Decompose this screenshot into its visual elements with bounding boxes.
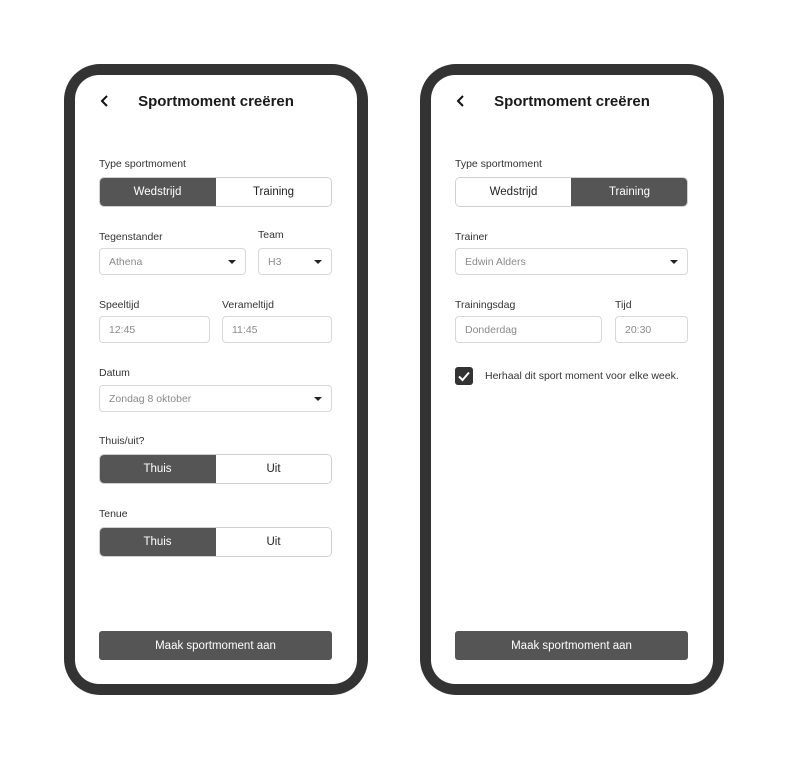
trainingsdag-label: Trainingsdag xyxy=(455,299,516,311)
caret-down-icon xyxy=(670,260,678,264)
tenue-option-thuis[interactable]: Thuis xyxy=(100,528,215,556)
verameltijd-input[interactable]: 11:45 xyxy=(222,316,332,343)
datum-label: Datum xyxy=(99,367,130,379)
type-sportmoment-label: Type sportmoment xyxy=(455,158,542,170)
type-sportmoment-toggle: Wedstrijd Training xyxy=(455,177,688,207)
speeltijd-label: Speeltijd xyxy=(99,299,140,311)
thuisuit-option-thuis[interactable]: Thuis xyxy=(100,455,215,483)
trainer-label: Trainer xyxy=(455,231,488,243)
caret-down-icon xyxy=(228,260,236,264)
trainingsdag-value: Donderdag xyxy=(465,323,517,336)
caret-down-icon xyxy=(314,260,322,264)
tegenstander-label: Tegenstander xyxy=(99,231,163,243)
type-option-training[interactable]: Training xyxy=(571,178,687,206)
page-title: Sportmoment creëren xyxy=(494,93,650,110)
team-label: Team xyxy=(258,229,284,241)
tenue-label: Tenue xyxy=(99,508,128,520)
trainer-select[interactable]: Edwin Alders xyxy=(455,248,688,275)
tijd-input[interactable]: 20:30 xyxy=(615,316,688,343)
type-option-training[interactable]: Training xyxy=(215,178,331,206)
tenue-toggle: Thuis Uit xyxy=(99,527,332,557)
repeat-weekly-label: Herhaal dit sport moment voor elke week. xyxy=(485,370,679,382)
tenue-option-uit[interactable]: Uit xyxy=(215,528,331,556)
phone-frame-wedstrijd: Sportmoment creëren Type sportmoment Wed… xyxy=(64,64,368,695)
trainingsdag-input[interactable]: Donderdag xyxy=(455,316,602,343)
team-select[interactable]: H3 xyxy=(258,248,332,275)
thuisuit-label: Thuis/uit? xyxy=(99,435,145,447)
checkmark-icon xyxy=(458,371,470,382)
screen-wedstrijd: Sportmoment creëren Type sportmoment Wed… xyxy=(75,75,357,684)
team-value: H3 xyxy=(268,255,282,268)
datum-value: Zondag 8 oktober xyxy=(109,392,192,405)
tijd-value: 20:30 xyxy=(625,323,652,336)
speeltijd-value: 12:45 xyxy=(109,323,136,336)
tijd-label: Tijd xyxy=(615,299,632,311)
speeltijd-input[interactable]: 12:45 xyxy=(99,316,210,343)
type-option-wedstrijd[interactable]: Wedstrijd xyxy=(100,178,215,206)
verameltijd-label: Verameltijd xyxy=(222,299,274,311)
repeat-weekly-checkbox[interactable] xyxy=(455,367,473,385)
type-sportmoment-label: Type sportmoment xyxy=(99,158,186,170)
thuisuit-toggle: Thuis Uit xyxy=(99,454,332,484)
create-sportmoment-button[interactable]: Maak sportmoment aan xyxy=(99,631,332,660)
screen-training: Sportmoment creëren Type sportmoment Wed… xyxy=(431,75,713,684)
tegenstander-value: Athena xyxy=(109,255,143,268)
create-sportmoment-button[interactable]: Maak sportmoment aan xyxy=(455,631,688,660)
thuisuit-option-uit[interactable]: Uit xyxy=(215,455,331,483)
type-sportmoment-toggle: Wedstrijd Training xyxy=(99,177,332,207)
datum-select[interactable]: Zondag 8 oktober xyxy=(99,385,332,412)
page-title: Sportmoment creëren xyxy=(138,93,294,110)
trainer-value: Edwin Alders xyxy=(465,255,526,268)
verameltijd-value: 11:45 xyxy=(232,323,258,336)
type-option-wedstrijd[interactable]: Wedstrijd xyxy=(456,178,571,206)
caret-down-icon xyxy=(314,397,322,401)
phone-frame-training: Sportmoment creëren Type sportmoment Wed… xyxy=(420,64,724,695)
tegenstander-select[interactable]: Athena xyxy=(99,248,246,275)
